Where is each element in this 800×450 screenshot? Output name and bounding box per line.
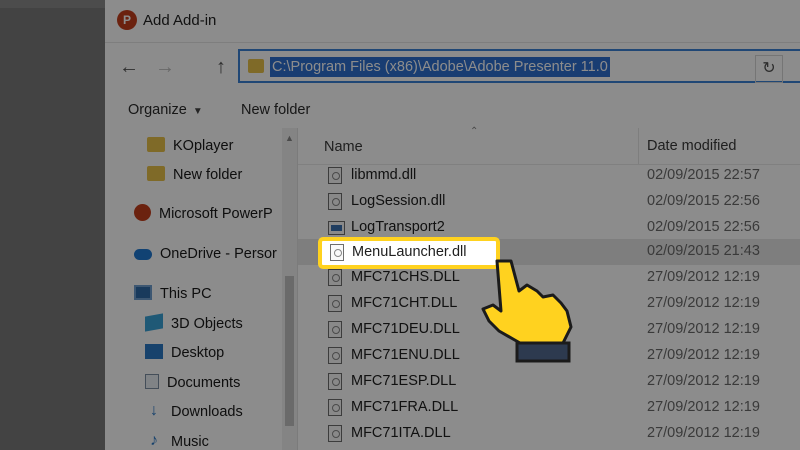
sidebar-item-desktop[interactable]: Desktop <box>145 341 224 365</box>
refresh-button[interactable]: ↻ <box>755 55 783 83</box>
file-row[interactable]: LogSession.dll 02/09/2015 22:56 <box>298 189 800 215</box>
navigation-pane: KOplayer New folder Microsoft PowerP One… <box>105 128 298 450</box>
column-date-modified[interactable]: Date modified <box>638 128 736 164</box>
file-name: MFC71ITA.DLL <box>351 425 451 441</box>
file-date: 27/09/2012 12:19 <box>647 269 760 285</box>
forward-arrow-icon[interactable]: → <box>153 55 177 79</box>
sidebar-item-label: Documents <box>167 375 241 391</box>
file-date: 27/09/2012 12:19 <box>647 321 760 337</box>
column-name[interactable]: Name <box>324 139 363 155</box>
sidebar-item-documents[interactable]: Documents <box>145 371 240 395</box>
sidebar-item-label: This PC <box>160 286 212 302</box>
sidebar-item-label: Music <box>171 434 209 450</box>
address-bar[interactable]: C:\Program Files (x86)\Adobe\Adobe Prese… <box>238 49 800 83</box>
file-name: MFC71DEU.DLL <box>351 321 460 337</box>
sidebar-scrollbar[interactable]: ▲ <box>282 128 297 450</box>
folder-icon <box>147 136 165 152</box>
file-name: LogSession.dll <box>351 193 446 209</box>
dll-file-icon <box>328 347 342 364</box>
sidebar-item-label: OneDrive - Persor <box>160 246 277 262</box>
onedrive-icon <box>134 248 152 260</box>
desktop-icon <box>145 343 163 359</box>
folder-icon <box>147 165 165 181</box>
file-date: 02/09/2015 22:56 <box>647 219 760 235</box>
sidebar-item-label: 3D Objects <box>171 316 243 332</box>
file-date: 02/09/2015 21:43 <box>647 243 760 259</box>
file-date: 27/09/2012 12:19 <box>647 425 760 441</box>
sidebar-item-koplayer[interactable]: KOplayer <box>147 134 233 158</box>
file-row[interactable]: MFC71ITA.DLL 27/09/2012 12:19 <box>298 421 800 447</box>
documents-icon <box>145 373 159 389</box>
sidebar-item-label: Desktop <box>171 345 225 361</box>
file-date: 02/09/2015 22:56 <box>647 193 760 209</box>
sidebar-item-powerpoint[interactable]: Microsoft PowerP <box>134 202 273 226</box>
address-path[interactable]: C:\Program Files (x86)\Adobe\Adobe Prese… <box>270 57 610 77</box>
sidebar-item-downloads[interactable]: ↓ Downloads <box>145 400 243 424</box>
file-date: 27/09/2012 12:19 <box>647 347 760 363</box>
file-date: 02/09/2015 22:57 <box>647 167 760 183</box>
back-arrow-icon[interactable]: ← <box>117 55 141 79</box>
dll-file-icon <box>328 373 342 390</box>
column-header: ⌃ Name Date modified <box>298 126 800 165</box>
file-row[interactable]: MFC71FRA.DLL 27/09/2012 12:19 <box>298 395 800 421</box>
file-name: MFC71ENU.DLL <box>351 347 460 363</box>
sidebar-item-label: KOplayer <box>173 138 234 154</box>
sidebar-item-label: New folder <box>173 167 243 183</box>
file-name: MFC71FRA.DLL <box>351 399 459 415</box>
dll-file-icon <box>328 425 342 442</box>
file-name: MFC71CHT.DLL <box>351 295 458 311</box>
sidebar-item-music[interactable]: ♪ Music <box>145 430 209 450</box>
organize-label: Organize <box>128 102 187 118</box>
powerpoint-icon <box>134 203 151 221</box>
powerpoint-app-icon: P <box>117 10 137 30</box>
toolbar: Organize ▼ New folder <box>105 92 800 129</box>
file-date: 27/09/2012 12:19 <box>647 399 760 415</box>
sidebar-item-onedrive[interactable]: OneDrive - Persor <box>134 242 277 266</box>
scrollbar-thumb[interactable] <box>285 276 294 426</box>
application-file-icon <box>328 221 345 235</box>
new-folder-button[interactable]: New folder <box>241 102 310 118</box>
folder-icon <box>248 59 264 73</box>
title-bar: P Add Add-in <box>105 0 800 43</box>
sidebar-item-label: Microsoft PowerP <box>159 206 273 222</box>
3d-objects-icon <box>145 313 163 332</box>
add-addin-dialog: P Add Add-in ← → ↑ C:\Program Files (x86… <box>105 0 800 450</box>
dll-file-icon <box>328 167 342 184</box>
computer-icon <box>134 284 152 300</box>
sort-ascending-icon: ⌃ <box>470 126 479 137</box>
dll-file-icon <box>328 295 342 312</box>
sidebar-item-3d-objects[interactable]: 3D Objects <box>145 312 243 336</box>
file-name: libmmd.dll <box>351 167 417 183</box>
caret-down-icon: ▼ <box>192 106 203 117</box>
file-row[interactable]: libmmd.dll 02/09/2015 22:57 <box>298 163 800 189</box>
dialog-title: Add Add-in <box>143 12 217 29</box>
dll-file-icon <box>328 399 342 416</box>
pointing-hand-icon <box>481 259 573 363</box>
up-arrow-icon[interactable]: ↑ <box>209 55 233 79</box>
address-row: ← → ↑ C:\Program Files (x86)\Adobe\Adobe… <box>105 42 800 92</box>
organize-menu[interactable]: Organize ▼ <box>128 102 203 118</box>
dll-file-icon <box>328 269 342 286</box>
file-name: MFC71ESP.DLL <box>351 373 457 389</box>
dll-file-icon <box>328 193 342 210</box>
dll-file-icon <box>328 321 342 338</box>
sidebar-item-this-pc[interactable]: This PC <box>134 282 212 306</box>
sidebar-item-label: Downloads <box>171 404 243 420</box>
downloads-icon: ↓ <box>150 401 158 419</box>
file-name: MFC71CHS.DLL <box>351 269 460 285</box>
sidebar-item-new-folder[interactable]: New folder <box>147 163 242 187</box>
music-icon: ♪ <box>150 431 158 449</box>
file-date: 27/09/2012 12:19 <box>647 373 760 389</box>
file-date: 27/09/2012 12:19 <box>647 295 760 311</box>
scroll-up-icon[interactable]: ▲ <box>285 133 294 143</box>
file-name: LogTransport2 <box>351 219 445 235</box>
